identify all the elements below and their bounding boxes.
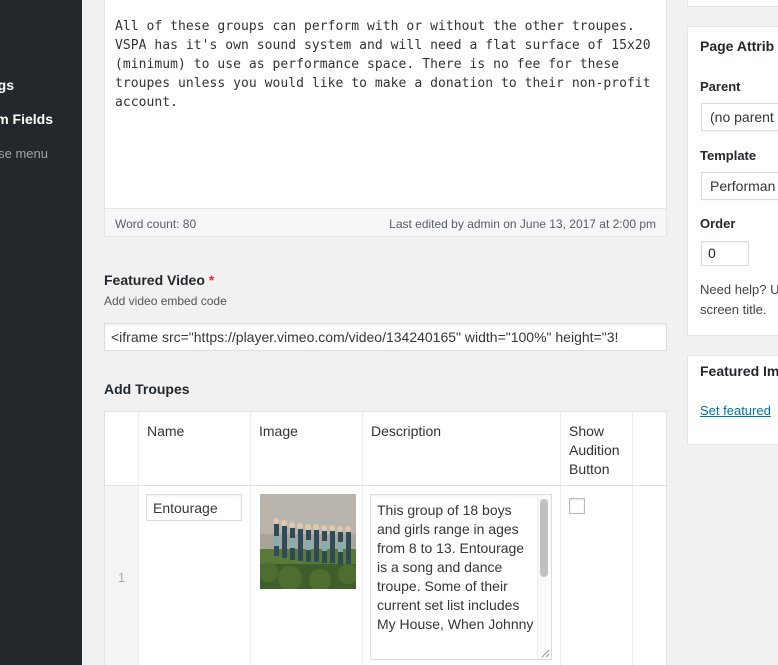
content-editor[interactable]: All of these groups can perform with or … [104,0,667,237]
set-featured-image-link[interactable]: Set featured [700,403,771,418]
column-header-image: Image [259,423,298,439]
troupe-photo-icon [260,494,356,589]
admin-menu: gs m Fields se menu [0,0,82,665]
add-troupes-label: Add Troupes [104,381,190,397]
row-number: 1 [117,570,126,585]
scrollbar[interactable] [537,495,551,659]
featured-video-input[interactable] [104,323,667,351]
troupe-description-textarea[interactable]: This group of 18 boys and girls range in… [370,494,552,660]
parent-label: Parent [700,79,741,94]
help-text-line-2: screen title. [700,302,767,317]
show-audition-checkbox[interactable] [569,498,585,514]
menu-item-custom-fields[interactable]: m Fields [0,111,53,127]
troupe-name-input[interactable] [146,494,242,521]
troupes-repeater-table: Name Image Description Show Audition But… [104,411,667,665]
featured-video-description: Add video embed code [104,294,227,308]
order-input[interactable]: 0 [701,241,749,266]
collapse-menu-button[interactable]: se menu [0,146,48,161]
editor-status-bar: Word count: 80 Last edited by admin on J… [105,208,666,236]
column-header-description: Description [371,423,442,439]
required-mark: * [208,272,215,288]
scrollbar-thumb[interactable] [540,499,548,577]
word-count: Word count: 80 [115,217,197,231]
template-select[interactable]: Performan [701,172,778,200]
troupe-image[interactable] [260,494,356,589]
page-attributes-box: Page Attrib Parent (no parent Template P… [687,26,778,336]
featured-image-box: Featured Im Set featured [687,355,778,445]
order-label: Order [700,216,736,231]
publish-box [687,0,778,7]
parent-select[interactable]: (no parent [701,103,778,131]
template-label: Template [700,148,757,163]
troupe-description-text: This group of 18 boys and girls range in… [377,502,534,632]
featured-video-label: Featured Video * [104,272,214,288]
help-text: Need help? U screen title. [700,280,778,320]
table-header-row: Name Image Description Show Audition But… [105,412,666,486]
column-header-name: Name [147,423,185,439]
last-edited: Last edited by admin on June 13, 2017 at… [389,217,656,231]
column-header-show-audition: Show Audition Button [569,423,620,477]
help-text-line-1: Need help? U [700,282,778,297]
editor-content[interactable]: All of these groups can perform with or … [115,17,660,112]
page-attributes-title[interactable]: Page Attrib [700,38,774,54]
menu-item-settings[interactable]: gs [0,77,14,93]
featured-video-label-text: Featured Video [104,272,205,288]
featured-image-title[interactable]: Featured Im [700,363,778,379]
resize-grip-icon[interactable] [540,648,550,658]
